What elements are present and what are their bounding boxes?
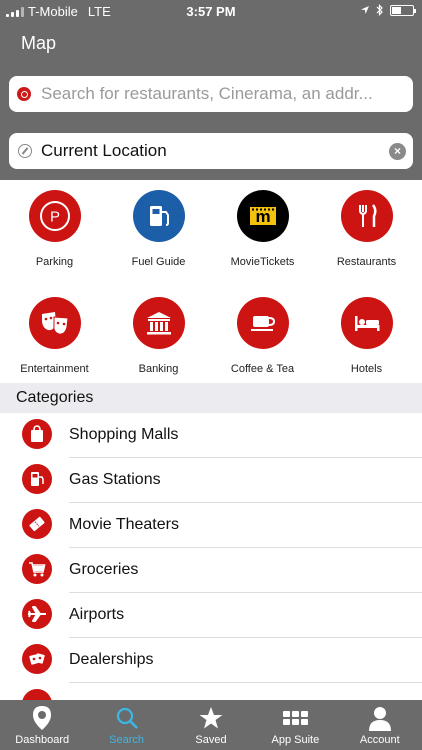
quick-category-entertainment[interactable]: Entertainment	[2, 297, 107, 375]
quick-category-coffee-tea[interactable]: Coffee & Tea	[210, 297, 315, 375]
category-item-groceries[interactable]: Groceries	[0, 548, 422, 593]
status-time: 3:57 PM	[186, 4, 236, 19]
battery-icon	[390, 4, 416, 16]
shopping-bag-icon	[22, 419, 52, 449]
tab-label: Search	[109, 734, 145, 746]
category-item-dealerships[interactable]: Dealerships	[0, 638, 422, 683]
category-icon	[22, 689, 52, 700]
tab-app-suite[interactable]: App Suite	[253, 700, 337, 750]
location-arrow-icon	[361, 6, 369, 14]
star-icon	[199, 707, 223, 729]
categories-list: Shopping Malls Gas Stations Movie Theate…	[0, 413, 422, 700]
tab-label: Saved	[195, 734, 227, 746]
search-icon	[17, 87, 31, 101]
page-title: Map	[21, 33, 57, 53]
tab-bar: Dashboard Search Saved App Suite Account	[0, 700, 422, 750]
quick-category-label: Coffee & Tea	[230, 363, 295, 375]
category-item-airports[interactable]: Airports	[0, 593, 422, 638]
airplane-icon	[22, 599, 52, 629]
quick-category-restaurants[interactable]: Restaurants	[314, 190, 419, 268]
quick-category-label: Fuel Guide	[131, 256, 186, 268]
category-label: Groceries	[69, 561, 139, 578]
categories-header: Categories	[0, 383, 422, 413]
category-label: Movie Theaters	[69, 516, 179, 533]
tab-account[interactable]: Account	[338, 700, 422, 750]
quick-category-label: MovieTickets	[230, 256, 295, 268]
status-right	[360, 4, 416, 16]
category-label: Airports	[69, 606, 125, 623]
category-item-gas-stations[interactable]: Gas Stations	[0, 458, 422, 503]
quick-category-parking[interactable]: P Parking	[2, 190, 107, 268]
status-bar: T-Mobile LTE 3:57 PM	[0, 0, 422, 22]
bluetooth-icon	[376, 4, 383, 16]
quick-category-movietickets[interactable]: m MovieTickets	[210, 190, 315, 268]
person-icon	[368, 707, 391, 731]
category-label: Dealerships	[69, 651, 154, 668]
quick-category-label: Restaurants	[336, 256, 397, 268]
bed-icon	[340, 297, 393, 349]
quick-category-label: Banking	[138, 363, 179, 375]
grid-icon	[283, 711, 309, 725]
fuel-pump-icon	[132, 190, 185, 242]
search-icon	[116, 707, 138, 729]
quick-category-fuel-guide[interactable]: Fuel Guide	[106, 190, 211, 268]
fork-knife-icon	[340, 190, 393, 242]
category-label: Gas Stations	[69, 471, 161, 488]
shopping-cart-icon	[22, 554, 52, 584]
quick-category-hotels[interactable]: Hotels	[314, 297, 419, 375]
category-item-shopping-malls[interactable]: Shopping Malls	[0, 413, 422, 458]
category-label: Shopping Malls	[69, 426, 179, 443]
quick-category-label: Hotels	[350, 363, 383, 375]
tab-label: App Suite	[271, 734, 320, 746]
clear-location-button[interactable]: ×	[389, 142, 406, 160]
ticket-icon	[22, 509, 52, 539]
search-input[interactable]: Search for restaurants, Cinerama, an add…	[9, 76, 413, 112]
tab-dashboard[interactable]: Dashboard	[0, 700, 84, 750]
map-pin-icon	[33, 706, 52, 730]
quick-category-label: Entertainment	[20, 363, 89, 375]
bank-icon	[132, 297, 185, 349]
category-item-movie-theaters[interactable]: Movie Theaters	[0, 503, 422, 548]
quick-category-label: Parking	[35, 256, 74, 268]
quick-category-banking[interactable]: Banking	[106, 297, 211, 375]
location-value: Current Location	[41, 141, 167, 160]
tab-label: Dashboard	[15, 734, 70, 746]
parking-icon: P	[28, 190, 81, 242]
coffee-cup-icon	[236, 297, 289, 349]
svg-text:P: P	[49, 209, 59, 226]
quick-categories-grid: P Parking Fuel Guide m MovieTickets Rest…	[0, 180, 422, 383]
categories-title: Categories	[16, 389, 94, 406]
movietickets-logo-icon: m	[236, 190, 289, 242]
compass-icon	[18, 144, 32, 158]
tab-label: Account	[359, 734, 400, 746]
tab-saved[interactable]: Saved	[169, 700, 253, 750]
search-placeholder: Search for restaurants, Cinerama, an add…	[41, 84, 373, 103]
gas-pump-icon	[22, 464, 52, 494]
category-item-partial[interactable]	[0, 683, 422, 700]
theater-masks-icon	[28, 297, 81, 349]
tab-search[interactable]: Search	[84, 700, 168, 750]
header: T-Mobile LTE 3:57 PM Map Search for rest…	[0, 0, 422, 180]
car-dealership-icon	[22, 644, 52, 674]
location-field[interactable]: Current Location ×	[9, 133, 413, 169]
